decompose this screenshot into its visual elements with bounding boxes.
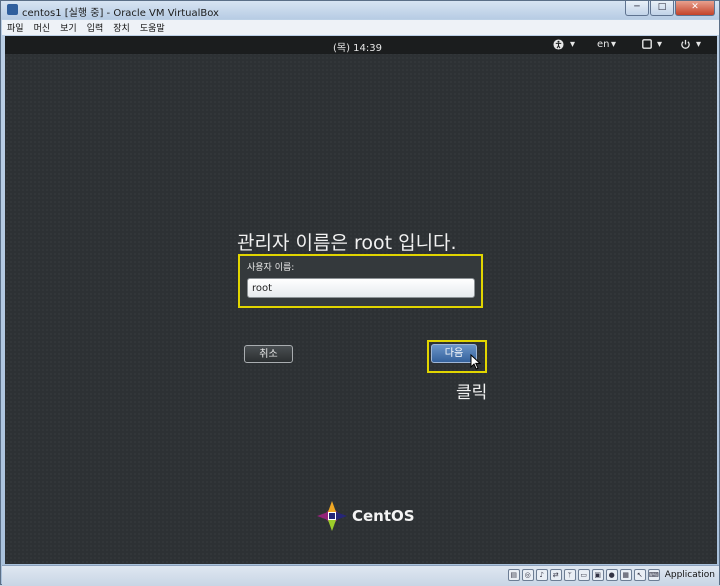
click-annotation: 클릭 — [456, 383, 488, 403]
vm-display[interactable]: (목) 14:39 ▾ en ▾ ▾ ▾ 관리자 이름은 root 입니다. 사… — [5, 36, 717, 564]
status-bar: ▤ ◎ ♪ ⇄ ᛘ ▭ ▣ ● ▦ ↖ ⌨ Application — [2, 565, 719, 586]
network-icon[interactable]: ⇄ — [549, 569, 562, 581]
cpu-icon[interactable]: ▦ — [619, 569, 632, 581]
display-icon[interactable] — [642, 39, 652, 52]
centos-logo-text: CentOS — [352, 507, 415, 525]
audio-icon[interactable]: ♪ — [535, 569, 548, 581]
menu-bar: 파일 머신 보기 입력 장치 도움말 — [2, 20, 719, 35]
virtualbox-window: centos1 [실행 중] - Oracle VM VirtualBox ─ … — [0, 0, 720, 586]
window-controls: ─ □ ✕ — [625, 1, 715, 17]
host-key-label: Application — [664, 570, 715, 580]
menu-item-help[interactable]: 도움말 — [135, 21, 170, 34]
username-label: 사용자 이름: — [247, 263, 295, 273]
menu-item-machine[interactable]: 머신 — [29, 21, 56, 34]
gnome-top-bar: (목) 14:39 ▾ en ▾ ▾ ▾ — [5, 36, 717, 54]
virtualbox-icon — [7, 4, 18, 15]
usb-icon[interactable]: ᛘ — [563, 569, 576, 581]
centos-logo-icon — [317, 501, 347, 531]
power-icon[interactable] — [680, 39, 691, 53]
page-title: 관리자 이름은 root 입니다. — [237, 232, 457, 254]
maximize-button[interactable]: □ — [650, 1, 674, 16]
display-status-icon[interactable]: ▣ — [591, 569, 604, 581]
status-tray: ▤ ◎ ♪ ⇄ ᛘ ▭ ▣ ● ▦ ↖ ⌨ Application — [507, 569, 715, 581]
recording-icon[interactable]: ● — [605, 569, 618, 581]
title-bar[interactable]: centos1 [실행 중] - Oracle VM VirtualBox ─ … — [1, 1, 719, 19]
shared-folder-icon[interactable]: ▭ — [577, 569, 590, 581]
minimize-button[interactable]: ─ — [625, 1, 649, 16]
username-highlight-box: 사용자 이름: — [238, 254, 483, 308]
optical-drive-icon[interactable]: ◎ — [521, 569, 534, 581]
menu-item-input[interactable]: 입력 — [82, 21, 109, 34]
mouse-integration-icon[interactable]: ↖ — [633, 569, 646, 581]
mouse-cursor-icon — [470, 354, 481, 370]
clock[interactable]: (목) 14:39 — [333, 39, 382, 54]
language-dropdown-icon[interactable]: ▾ — [611, 39, 616, 50]
language-indicator[interactable]: en — [597, 39, 610, 50]
accessibility-icon[interactable] — [553, 39, 564, 53]
username-input[interactable] — [247, 278, 475, 298]
menu-item-file[interactable]: 파일 — [2, 21, 29, 34]
accessibility-dropdown-icon[interactable]: ▾ — [570, 39, 575, 50]
power-dropdown-icon[interactable]: ▾ — [696, 39, 701, 50]
harddisk-icon[interactable]: ▤ — [507, 569, 520, 581]
cancel-button[interactable]: 취소 — [244, 345, 293, 363]
window-title: centos1 [실행 중] - Oracle VM VirtualBox — [22, 8, 219, 19]
close-button[interactable]: ✕ — [675, 1, 715, 16]
keyboard-capture-icon[interactable]: ⌨ — [647, 569, 660, 581]
display-dropdown-icon[interactable]: ▾ — [657, 39, 662, 50]
menu-item-view[interactable]: 보기 — [55, 21, 82, 34]
menu-item-devices[interactable]: 장치 — [108, 21, 135, 34]
